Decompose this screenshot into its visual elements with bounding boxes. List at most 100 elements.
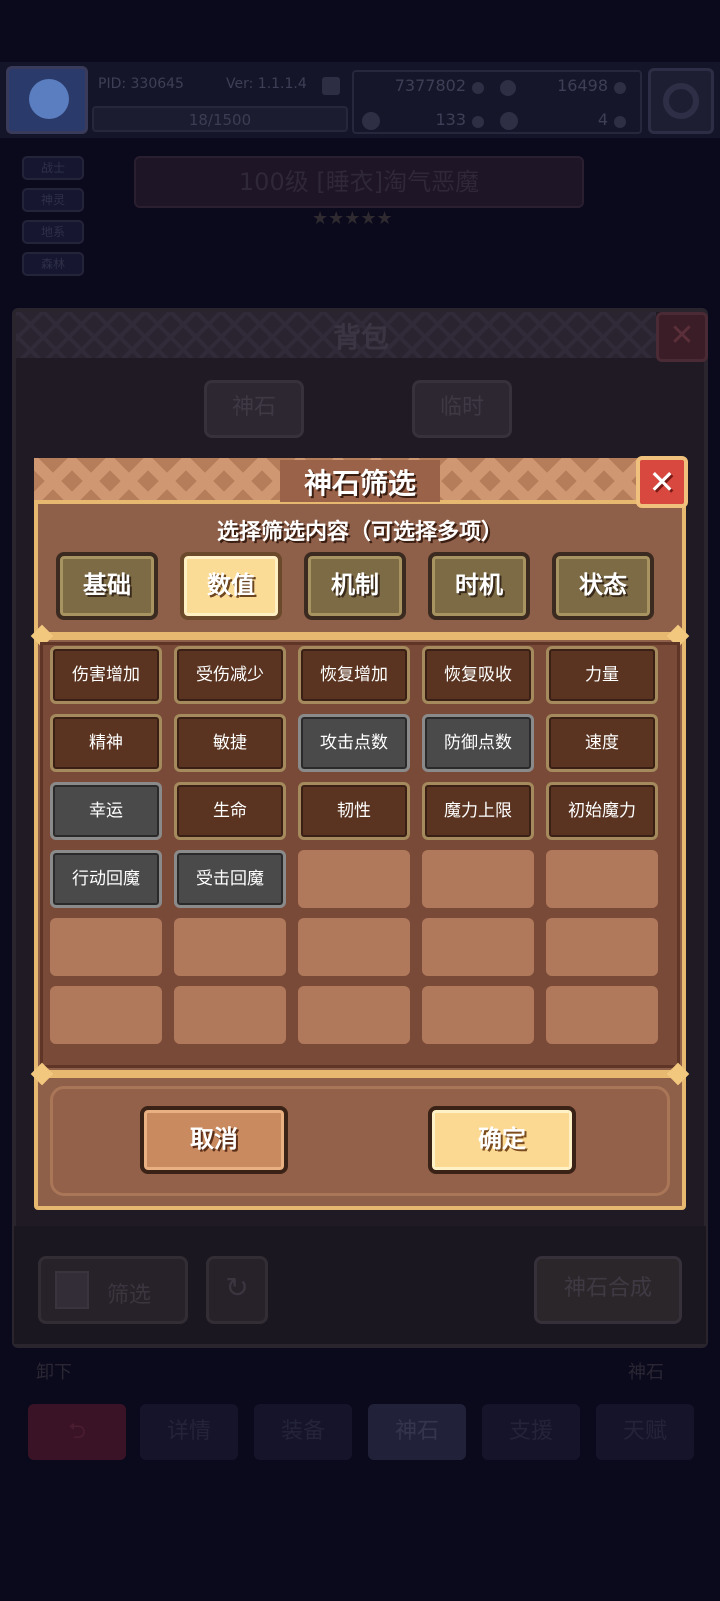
- category-label: 机制: [331, 571, 379, 599]
- nav-support[interactable]: 支援: [482, 1404, 580, 1460]
- back-button[interactable]: ⮌: [28, 1404, 126, 1460]
- filter-option[interactable]: 初始魔力: [546, 782, 658, 840]
- filter-option[interactable]: 行动回魔: [50, 850, 162, 908]
- filter-option[interactable]: 受击回魔: [174, 850, 286, 908]
- currency-2-value: 16498: [557, 76, 608, 95]
- category-numeric[interactable]: 数值: [180, 552, 282, 620]
- divider: [38, 1070, 682, 1078]
- filter-button[interactable]: 筛选: [38, 1256, 188, 1324]
- filter-option-label: 敏捷: [213, 733, 247, 753]
- empty-slot: [174, 918, 286, 976]
- empty-slot: [422, 850, 534, 908]
- category-basic[interactable]: 基础: [56, 552, 158, 620]
- tab-temporary[interactable]: 临时: [412, 380, 512, 438]
- filter-option[interactable]: 魔力上限: [422, 782, 534, 840]
- filter-option-label: 恢复吸收: [444, 665, 512, 685]
- dialog-subtitle: 选择筛选内容（可选择多项）: [216, 520, 503, 545]
- filter-label: 筛选: [107, 1283, 152, 1308]
- filter-option[interactable]: 力量: [546, 646, 658, 704]
- gear-icon: [663, 83, 699, 119]
- filter-option[interactable]: 精神: [50, 714, 162, 772]
- backpack-title: 背包: [332, 321, 389, 354]
- side-tag-3: 地系: [22, 220, 84, 244]
- category-label: 基础: [83, 571, 131, 599]
- potion-icon: [500, 112, 518, 130]
- currency-3-value: 133: [435, 110, 466, 129]
- filter-option-label: 力量: [585, 665, 619, 685]
- filter-option-label: 防御点数: [444, 733, 512, 753]
- cancel-button[interactable]: 取消: [140, 1106, 288, 1174]
- empty-slot: [50, 986, 162, 1044]
- filter-option-label: 受伤减少: [196, 665, 264, 685]
- empty-slot: [50, 918, 162, 976]
- filter-option[interactable]: 受伤减少: [174, 646, 286, 704]
- category-mechanic[interactable]: 机制: [304, 552, 406, 620]
- category-label: 数值: [207, 571, 255, 599]
- empty-slot: [422, 986, 534, 1044]
- side-tag-2: 神灵: [22, 188, 84, 212]
- empty-slot: [174, 986, 286, 1044]
- filter-option[interactable]: 攻击点数: [298, 714, 410, 772]
- star-rating: ★★★★★: [312, 208, 393, 229]
- refresh-button[interactable]: ↻: [206, 1256, 268, 1324]
- category-label: 时机: [455, 571, 503, 599]
- version-label: Ver: 1.1.1.4: [226, 76, 307, 92]
- avatar-face: [29, 79, 69, 119]
- filter-option[interactable]: 生命: [174, 782, 286, 840]
- close-icon: ✕: [669, 318, 695, 353]
- filter-option-label: 受击回魔: [196, 869, 264, 889]
- filter-option[interactable]: 恢复增加: [298, 646, 410, 704]
- filter-option[interactable]: 敏捷: [174, 714, 286, 772]
- filter-option[interactable]: 韧性: [298, 782, 410, 840]
- filter-option[interactable]: 幸运: [50, 782, 162, 840]
- filter-option-label: 恢复增加: [320, 665, 388, 685]
- compose-button[interactable]: 神石合成: [534, 1256, 682, 1324]
- filter-option-label: 精神: [89, 733, 123, 753]
- ruby-icon: [500, 80, 516, 96]
- unequip-label[interactable]: 卸下: [36, 1358, 72, 1384]
- dialog-close-button[interactable]: ✕: [636, 456, 688, 508]
- backpack-close-button[interactable]: ✕: [656, 312, 708, 362]
- filter-option-label: 韧性: [337, 801, 371, 821]
- nav-details[interactable]: 详情: [140, 1404, 238, 1460]
- filter-option[interactable]: 恢复吸收: [422, 646, 534, 704]
- category-label: 状态: [579, 571, 627, 599]
- settings-button[interactable]: [648, 68, 714, 134]
- category-status[interactable]: 状态: [552, 552, 654, 620]
- player-id: PID: 330645: [98, 76, 184, 92]
- filter-option[interactable]: 伤害增加: [50, 646, 162, 704]
- side-tag-4: 森林: [22, 252, 84, 276]
- currency-4-value: 4: [597, 110, 608, 129]
- gem-icon: [472, 116, 484, 128]
- gem-icon: [614, 82, 626, 94]
- cancel-label: 取消: [190, 1125, 238, 1153]
- nav-talent[interactable]: 天赋: [596, 1404, 694, 1460]
- filter-option-label: 攻击点数: [320, 733, 388, 753]
- filter-option[interactable]: 防御点数: [422, 714, 534, 772]
- nav-equipment[interactable]: 装备: [254, 1404, 352, 1460]
- refresh-icon: ↻: [225, 1271, 249, 1304]
- confirm-button[interactable]: 确定: [428, 1106, 576, 1174]
- close-icon: ✕: [648, 463, 676, 501]
- grid-icon: [55, 1271, 89, 1309]
- category-timing[interactable]: 时机: [428, 552, 530, 620]
- empty-slot: [546, 986, 658, 1044]
- empty-slot: [546, 918, 658, 976]
- xp-text: 18/1500: [188, 111, 252, 129]
- empty-slot: [298, 986, 410, 1044]
- tab-godstone[interactable]: 神石: [204, 380, 304, 438]
- godstone-label[interactable]: 神石: [628, 1358, 664, 1384]
- divider: [38, 632, 682, 640]
- filter-option-label: 幸运: [89, 801, 123, 821]
- filter-option-label: 伤害增加: [72, 665, 140, 685]
- gem-icon: [614, 116, 626, 128]
- version-icon: [322, 77, 340, 95]
- unit-title: 100级 [睡衣]淘气恶魔: [134, 156, 584, 208]
- dialog-title: 神石筛选: [303, 467, 416, 500]
- side-tag-1: 战士: [22, 156, 84, 180]
- nav-godstone[interactable]: 神石: [368, 1404, 466, 1460]
- filter-option-label: 速度: [585, 733, 619, 753]
- filter-option[interactable]: 速度: [546, 714, 658, 772]
- player-avatar[interactable]: [6, 66, 88, 134]
- empty-slot: [422, 918, 534, 976]
